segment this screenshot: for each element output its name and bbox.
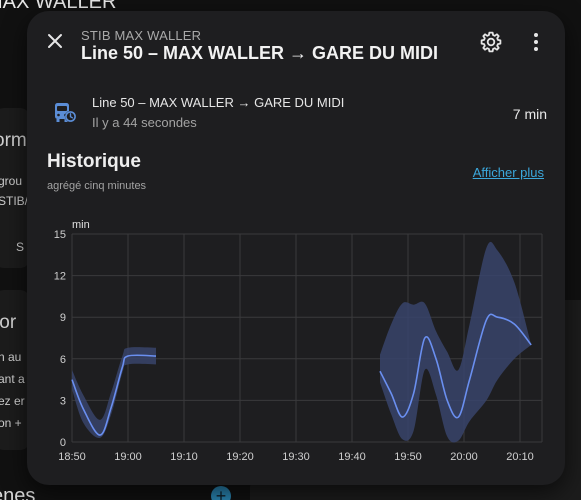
background-card-text: STIB/ [0,194,29,208]
more-info-dialog: STIB MAX WALLER Line 50 – MAX WALLER → G… [27,11,565,485]
gear-icon [480,31,502,53]
x-tick-label: 19:00 [114,451,142,463]
show-more-link[interactable]: Afficher plus [473,165,544,180]
history-chart[interactable]: 0 3 6 9 12 15 18:50 19:00 19:10 19:20 19:30 19:40 19… [27,207,565,477]
dialog-title: Line 50 – MAX WALLER → GARE DU MIDI [81,43,439,63]
close-button[interactable] [43,29,67,53]
background-card-text: ez er [0,394,25,408]
y-axis-label: min [72,219,90,231]
entity-state-row[interactable]: Line 50 – MAX WALLER → GARE DU MIDI Il y… [47,95,547,135]
background-card-text: tor [0,312,17,333]
add-button[interactable]: + [211,486,231,500]
background-card: tor n au ant a ez er on + [0,290,30,450]
x-tick-label: 19:40 [338,451,366,463]
y-tick-label: 6 [60,354,66,366]
y-tick-label: 15 [54,229,66,241]
series-range-band [380,241,532,443]
background-card-text: on + [0,416,22,430]
y-tick-label: 12 [54,271,66,283]
x-tick-label: 19:50 [394,451,422,463]
x-tick-label: 18:50 [58,451,86,463]
background-section-title: ènes [0,485,36,500]
entity-name: Line 50 – MAX WALLER → GARE DU MIDI [92,95,345,110]
close-icon [48,34,62,48]
x-tick-label: 20:00 [450,451,478,463]
background-card-text: n au [0,350,22,364]
background-card-text: ant a [0,372,25,386]
x-tick-label: 19:30 [282,451,310,463]
entity-last-changed: Il y a 44 secondes [92,115,197,130]
overflow-menu-button[interactable] [526,30,546,54]
x-tick-label: 19:10 [170,451,198,463]
background-card-text: S [16,240,25,254]
background-card-text: grou [0,174,23,188]
x-tick-label: 20:10 [506,451,534,463]
bus-clock-icon [55,103,77,123]
y-tick-label: 9 [60,312,66,324]
y-tick-label: 0 [60,437,66,449]
series-range-band [72,347,156,438]
settings-button[interactable] [479,30,503,54]
y-tick-label: 3 [60,395,66,407]
history-title: Historique [47,151,141,172]
history-subtitle: agrégé cinq minutes [47,180,147,192]
background-card: orm grou STIB/ S [0,108,30,268]
more-vertical-icon [534,33,538,51]
dialog-subtitle: STIB MAX WALLER [81,28,202,43]
background-card-text: orm [0,130,27,151]
entity-state-value: 7 min [512,106,547,122]
x-tick-label: 19:20 [226,451,254,463]
